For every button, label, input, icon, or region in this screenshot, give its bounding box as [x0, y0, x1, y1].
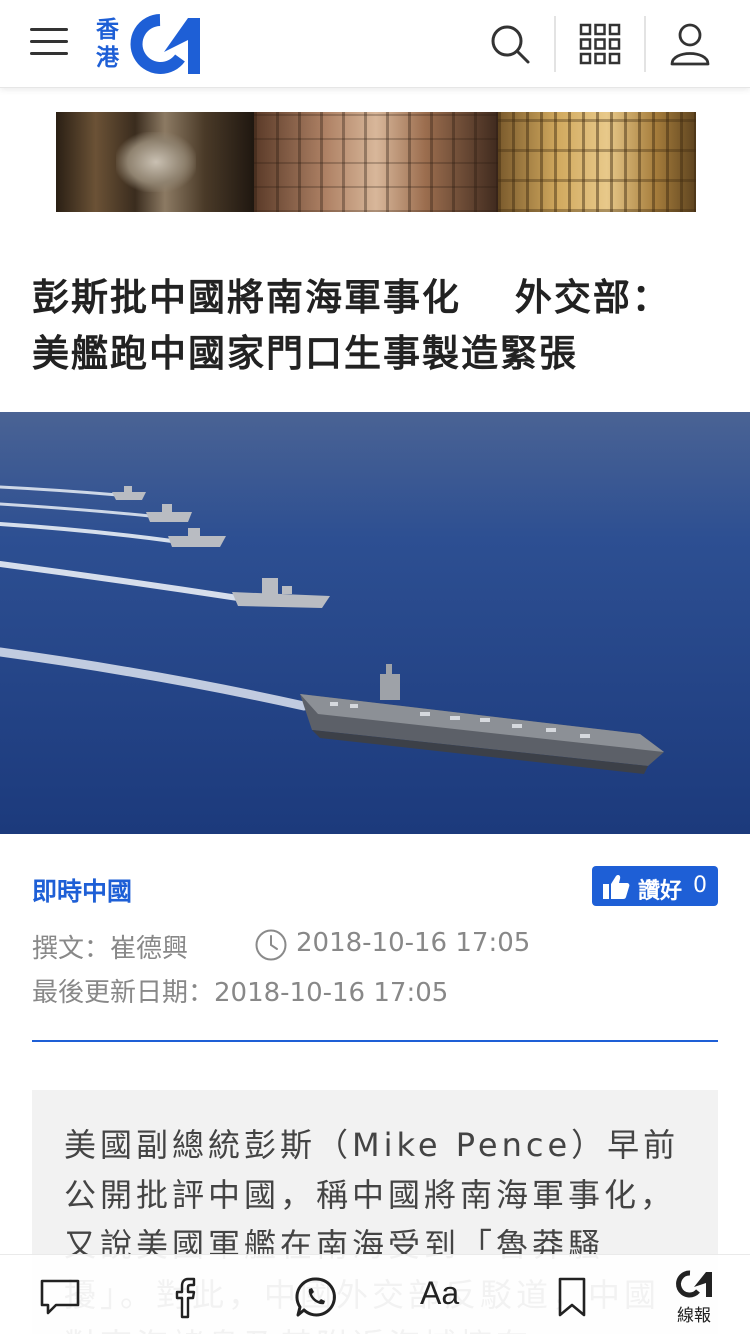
banner-panel — [254, 112, 498, 212]
header-divider — [554, 16, 556, 72]
like-count: 0 — [693, 873, 707, 898]
category-link[interactable]: 即時中國 — [32, 872, 132, 908]
brand-icon — [676, 1270, 712, 1298]
logo-text: 香港 — [96, 17, 119, 71]
top-header: 香港 — [0, 0, 750, 88]
article-title: 彭斯批中國將南海軍事化 外交部： 美艦跑中國家門口生事製造緊張 — [32, 270, 722, 382]
like-label: 讚好 — [638, 879, 683, 904]
title-line: 彭斯批中國將南海軍事化 外交部： — [32, 276, 671, 319]
search-icon[interactable] — [486, 20, 534, 68]
bookmark-icon[interactable] — [550, 1275, 594, 1319]
banner-panel — [56, 112, 254, 212]
thumbs-up-icon — [603, 875, 630, 899]
facebook-icon[interactable] — [166, 1275, 210, 1319]
like-button[interactable]: 讚好 0 — [592, 866, 718, 906]
ad-banner[interactable] — [56, 112, 696, 212]
last-updated: 最後更新日期：2018-10-16 17:05 — [32, 978, 449, 1008]
logo-mark — [130, 14, 200, 74]
section-divider — [32, 1040, 718, 1042]
grid-icon[interactable] — [576, 20, 624, 68]
tipoff-label: 線報 — [677, 1306, 711, 1326]
font-size-button[interactable]: Aa — [420, 1275, 468, 1319]
comment-icon[interactable] — [38, 1275, 82, 1319]
site-logo[interactable]: 香港 — [96, 12, 212, 76]
tipoff-button[interactable]: 線報 — [672, 1269, 716, 1326]
menu-icon[interactable] — [30, 28, 68, 60]
whatsapp-icon[interactable] — [294, 1275, 338, 1319]
header-divider — [644, 16, 646, 72]
banner-panel — [498, 112, 696, 212]
bottom-toolbar: Aa 線報 — [0, 1254, 750, 1334]
user-icon[interactable] — [666, 20, 714, 68]
hero-image — [0, 412, 750, 834]
author: 撰文：崔德興 — [32, 934, 189, 964]
publish-date: 2018-10-16 17:05 — [296, 928, 531, 958]
clock-icon — [255, 929, 287, 961]
title-line: 美艦跑中國家門口生事製造緊張 — [32, 332, 578, 375]
